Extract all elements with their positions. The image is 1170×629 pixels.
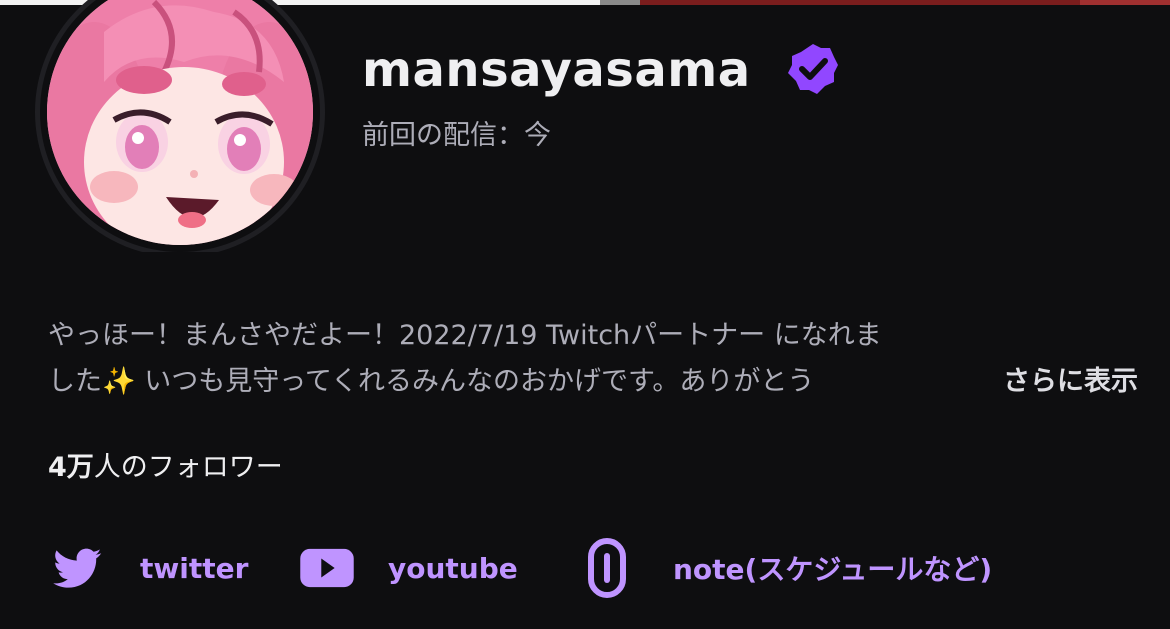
youtube-link-label: youtube bbox=[388, 551, 518, 585]
youtube-icon bbox=[298, 543, 356, 593]
follower-number: 4万 bbox=[48, 452, 94, 483]
channel-username: mansayasama bbox=[362, 42, 751, 98]
avatar-image bbox=[35, 0, 325, 252]
bio-line-2: した✨ いつも見守ってくれるみんなのおかげです。ありがとう bbox=[48, 359, 1128, 405]
channel-bio: やっほー！まんさやだよー！2022/7/19 Twitchパートナー になれま … bbox=[48, 313, 1138, 405]
note-link-label: note(スケジュールなど) bbox=[673, 553, 993, 586]
bio-line-2-text: した✨ いつも見守ってくれるみんなのおかげです。ありがとう bbox=[48, 366, 815, 397]
twitter-icon bbox=[50, 543, 106, 593]
avatar[interactable] bbox=[34, 0, 326, 252]
last-stream-status: 前回の配信：今 bbox=[362, 120, 551, 151]
social-link-youtube[interactable]: youtube bbox=[298, 536, 518, 600]
follower-label: 人のフォロワー bbox=[93, 452, 283, 483]
link-icon bbox=[585, 536, 629, 600]
social-link-twitter[interactable]: twitter bbox=[50, 536, 248, 600]
show-more-button[interactable]: さらに表示 bbox=[1003, 359, 1138, 405]
social-link-note[interactable]: note(スケジュールなど) bbox=[585, 536, 992, 600]
follower-count: 4万人のフォロワー bbox=[48, 448, 283, 488]
verified-badge-icon bbox=[786, 42, 840, 96]
bio-line-1: やっほー！まんさやだよー！2022/7/19 Twitchパートナー になれま bbox=[48, 320, 882, 351]
social-links: twitter youtube note(スケジュールなど) bbox=[0, 536, 1170, 600]
twitter-link-label: twitter bbox=[140, 551, 249, 585]
